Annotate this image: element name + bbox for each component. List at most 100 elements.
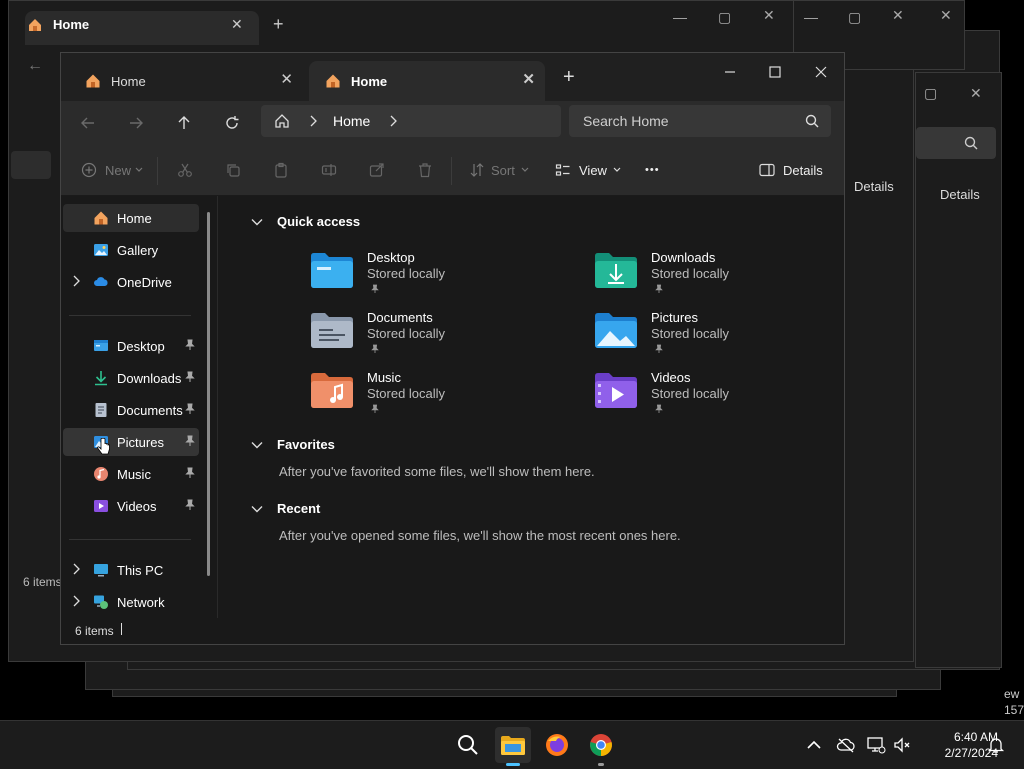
copy-icon bbox=[227, 164, 240, 177]
close-icon bbox=[815, 66, 827, 78]
navigation-bar: Home Search Home bbox=[61, 101, 844, 145]
nav-item-gallery[interactable]: Gallery bbox=[63, 236, 199, 264]
paste-button[interactable] bbox=[273, 158, 289, 182]
favorites-header[interactable]: Favorites bbox=[251, 437, 335, 452]
bg6-details[interactable]: Details bbox=[940, 187, 980, 202]
pin-icon bbox=[655, 284, 663, 293]
content-area: Home Gallery OneDrive Desktop Downloads bbox=[61, 196, 844, 620]
address-bar[interactable]: Home bbox=[261, 105, 561, 137]
search-input[interactable]: Search Home bbox=[583, 113, 669, 129]
quick-access-header[interactable]: Quick access bbox=[251, 214, 360, 229]
view-button[interactable]: View bbox=[555, 158, 621, 182]
new-button[interactable]: New bbox=[81, 158, 143, 182]
nav-item-documents[interactable]: Documents bbox=[63, 396, 199, 424]
nav-item-videos[interactable]: Videos bbox=[63, 492, 199, 520]
bg-status-1: 6 items bbox=[23, 575, 62, 589]
nav-item-desktop[interactable]: Desktop bbox=[63, 332, 199, 360]
quick-access-pictures[interactable]: Pictures Stored locally bbox=[593, 310, 833, 360]
refresh-button[interactable] bbox=[217, 108, 247, 138]
clipboard-icon bbox=[275, 162, 287, 178]
quick-access-videos[interactable]: Videos Stored locally bbox=[593, 370, 833, 420]
search-icon[interactable] bbox=[805, 114, 819, 128]
tab-close-icon[interactable]: ✕ bbox=[522, 71, 535, 89]
cut-button[interactable] bbox=[177, 158, 193, 182]
rename-button[interactable] bbox=[321, 158, 337, 182]
item-status: Stored locally bbox=[651, 386, 730, 401]
copy-button[interactable] bbox=[225, 158, 241, 182]
sort-button[interactable]: Sort bbox=[469, 158, 529, 182]
bg5-close: ✕ bbox=[892, 7, 904, 23]
bg5-max: ▢ bbox=[848, 9, 862, 25]
scissors-icon bbox=[178, 163, 192, 177]
nav-item-this-pc[interactable]: This PC bbox=[63, 556, 199, 584]
home-outline-icon[interactable] bbox=[274, 113, 290, 129]
desktop-folder-icon bbox=[94, 340, 108, 351]
bg-tab-title[interactable]: Home bbox=[53, 17, 89, 32]
nav-scrollbar[interactable] bbox=[207, 212, 210, 576]
share-icon bbox=[369, 163, 384, 177]
item-status: Stored locally bbox=[651, 266, 730, 281]
downloads-folder-icon bbox=[595, 253, 637, 288]
edge-text: ew 157 bbox=[1004, 687, 1024, 717]
nav-divider bbox=[69, 539, 191, 540]
recent-empty-message: After you've opened some files, we'll sh… bbox=[279, 528, 681, 543]
item-name: Pictures bbox=[651, 310, 698, 325]
back-arrow-icon bbox=[81, 117, 94, 129]
bg-newtab[interactable]: + bbox=[273, 14, 284, 35]
forward-button[interactable] bbox=[121, 108, 151, 138]
taskbar-firefox[interactable] bbox=[539, 727, 575, 763]
nav-item-network[interactable]: Network bbox=[63, 588, 199, 616]
chevron-up-icon[interactable] bbox=[804, 735, 824, 755]
nav-item-downloads[interactable]: Downloads bbox=[63, 364, 199, 392]
address-location[interactable]: Home bbox=[333, 113, 370, 129]
quick-access-music[interactable]: Music Stored locally bbox=[309, 370, 549, 420]
tab-home-inactive[interactable]: Home ✕ bbox=[69, 61, 303, 101]
plus-circle-icon bbox=[81, 162, 97, 178]
notification-bell-icon[interactable] bbox=[986, 735, 1006, 755]
quick-access-desktop[interactable]: Desktop Stored locally bbox=[309, 250, 549, 300]
taskbar-search-button[interactable] bbox=[450, 727, 486, 763]
tab-home-active[interactable]: Home ✕ bbox=[309, 61, 545, 101]
bg-min[interactable]: — bbox=[673, 9, 687, 25]
bg-close[interactable]: ✕ bbox=[763, 7, 775, 24]
see-more-button[interactable]: ••• bbox=[645, 158, 660, 182]
nav-item-pictures[interactable]: Pictures bbox=[63, 428, 199, 456]
minimize-icon bbox=[725, 71, 735, 73]
tab-close-icon[interactable]: ✕ bbox=[280, 71, 293, 89]
pin-icon bbox=[185, 467, 195, 478]
nav-item-onedrive[interactable]: OneDrive bbox=[63, 268, 199, 296]
trash-icon bbox=[419, 163, 431, 178]
quick-access-documents[interactable]: Documents Stored locally bbox=[309, 310, 549, 360]
recent-header[interactable]: Recent bbox=[251, 501, 320, 516]
up-button[interactable] bbox=[169, 108, 199, 138]
network-ethernet-icon[interactable] bbox=[866, 735, 886, 755]
volume-muted-icon[interactable] bbox=[892, 735, 912, 755]
nav-label: Videos bbox=[117, 498, 157, 514]
back-button[interactable] bbox=[73, 108, 103, 138]
close-button[interactable] bbox=[806, 61, 836, 83]
nav-item-home[interactable]: Home bbox=[63, 204, 199, 232]
details-button[interactable]: Details bbox=[759, 158, 823, 182]
bg-max[interactable]: ▢ bbox=[718, 9, 731, 26]
onedrive-cloud-off-icon[interactable] bbox=[836, 735, 856, 755]
section-title: Favorites bbox=[277, 437, 335, 452]
taskbar-file-explorer[interactable] bbox=[495, 727, 531, 766]
new-tab-button[interactable]: + bbox=[563, 67, 575, 87]
chevron-down-icon bbox=[251, 218, 263, 225]
taskbar-chrome[interactable] bbox=[583, 727, 619, 766]
bg-tab-close[interactable]: ✕ bbox=[231, 16, 243, 33]
pin-icon bbox=[185, 403, 195, 414]
maximize-button[interactable] bbox=[760, 61, 790, 83]
download-icon bbox=[95, 371, 107, 386]
share-button[interactable] bbox=[369, 158, 385, 182]
pane-separator[interactable] bbox=[217, 196, 218, 620]
bg-details[interactable]: Details bbox=[854, 179, 894, 194]
search-box[interactable]: Search Home bbox=[569, 105, 831, 137]
minimize-button[interactable] bbox=[715, 61, 745, 83]
item-count: 6 items bbox=[75, 624, 114, 638]
nav-item-music[interactable]: Music bbox=[63, 460, 199, 488]
delete-button[interactable] bbox=[417, 158, 433, 182]
item-name: Desktop bbox=[367, 250, 415, 265]
quick-access-downloads[interactable]: Downloads Stored locally bbox=[593, 250, 833, 300]
bg5-close2: ✕ bbox=[940, 7, 952, 23]
